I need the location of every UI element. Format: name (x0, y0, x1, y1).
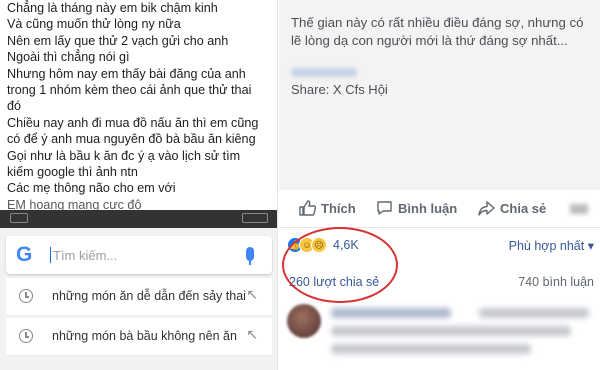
chevron-down-icon: ▾ (587, 239, 594, 253)
post-text-line: kiếm google thì ảnh ntn (7, 165, 138, 180)
comment-bubble-icon (377, 201, 392, 215)
like-button[interactable]: Thích (299, 200, 356, 216)
post-text-line: có để ý anh mua nguyên đồ bà bầu ăn kiên… (7, 132, 256, 147)
post-text-line: Gọi như là bầu k ăn đc ý ạ vào lịch sử t… (7, 148, 241, 163)
comment-sort-dropdown[interactable]: Phù hợp nhất ▾ (509, 238, 594, 253)
status-icon (10, 213, 28, 223)
share-button[interactable]: Chia sẻ (478, 200, 546, 216)
post-text-line: Và cũng muốn thử lòng ny nữa (7, 17, 181, 32)
comments-count[interactable]: 740 bình luận (518, 275, 594, 289)
post-body: Thế gian này có rất nhiều điều đáng sợ, … (279, 0, 600, 190)
sort-label: Phù hợp nhất (508, 239, 585, 253)
google-search-area: G những món ăn dễ dẫn đến sảy thai ↖ nhữ… (0, 228, 277, 370)
blurred-text (331, 344, 531, 354)
battery-icon (242, 213, 268, 223)
left-screenshot-panel: Chẳng là tháng này em bik chậm kinh Và cũ… (0, 0, 278, 370)
post-text-line: đó (7, 99, 22, 114)
post-text-line: Nên em lấy que thử 2 vạch gửi cho anh (7, 33, 229, 48)
post-text: Chẳng là tháng này em bik chậm kinh Và cũ… (7, 0, 275, 213)
comment-button[interactable]: Bình luận (376, 200, 457, 216)
post-text-line: trong 1 nhóm kèm theo cái ảnh que thử th… (7, 83, 252, 98)
blurred-text (479, 308, 589, 318)
post-quote: Thế gian này có rất nhiều điều đáng sợ, … (291, 15, 584, 48)
fill-query-arrow-icon[interactable]: ↖ (246, 286, 258, 303)
history-clock-icon (19, 289, 33, 303)
share-label: Chia sẻ (500, 201, 547, 216)
blurred-commenter-name (331, 308, 451, 318)
search-input[interactable] (53, 245, 233, 265)
search-suggestion[interactable]: những món ăn dễ dẫn đến sảy thai ↖ (6, 278, 272, 316)
share-source: Share: X Cfs Hội (291, 82, 388, 97)
post-text-line: Chẳng là tháng này em bik chậm kinh (7, 1, 218, 15)
post-text-line: Nhưng hôm nay em thấy bài đăng của anh (7, 66, 246, 81)
facebook-post-panel: Thế gian này có rất nhiều điều đáng sợ, … (279, 0, 600, 370)
comment-label: Bình luận (398, 201, 458, 216)
microphone-icon[interactable] (246, 247, 254, 265)
post-text-line: Ngoài thì chẳng nói gì (7, 50, 130, 65)
phone-status-strip (0, 210, 277, 228)
blurred-avatar (570, 204, 588, 214)
blurred-text (331, 326, 571, 336)
share-arrow-icon (478, 201, 495, 216)
blurred-hashtag (291, 68, 357, 77)
like-label: Thích (321, 201, 356, 216)
blurred-comment (279, 300, 600, 370)
history-clock-icon (19, 329, 33, 343)
post-action-bar: Thích Bình luận Chia sẻ (279, 190, 600, 228)
post-text-line: Các mẹ thông não cho em với (7, 181, 176, 196)
search-suggestion[interactable]: những món bà bầu không nên ăn ↖ (6, 318, 272, 356)
suggestion-text: những món ăn dễ dẫn đến sảy thai (52, 289, 246, 303)
google-logo-icon: G (16, 243, 33, 266)
thumbs-up-icon (299, 200, 316, 216)
fill-query-arrow-icon[interactable]: ↖ (246, 326, 258, 343)
commenter-avatar (287, 304, 321, 338)
post-text-line: Chiều nay anh đi mua đồ nấu ăn thì em cũ… (7, 115, 259, 130)
google-search-bar[interactable]: G (6, 236, 272, 274)
red-highlight-circle (282, 227, 398, 303)
suggestion-text: những món bà bầu không nên ăn (52, 329, 237, 343)
text-caret (50, 247, 51, 263)
